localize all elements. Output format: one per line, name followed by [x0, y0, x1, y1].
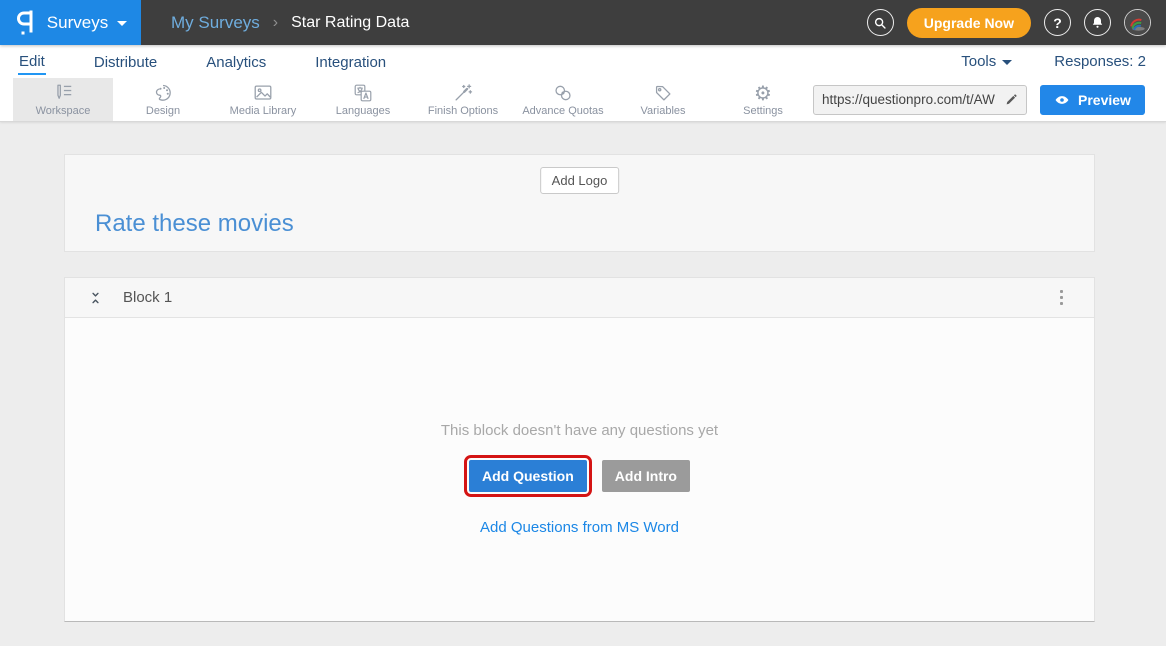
edit-url-pencil-icon[interactable]: [1004, 93, 1018, 107]
editor-toolbar: Workspace Design: [0, 78, 1166, 122]
breadcrumb-current-survey: Star Rating Data: [291, 14, 409, 32]
survey-subnav: Edit Distribute Analytics Integration To…: [0, 45, 1166, 78]
advance-quotas-icon: [552, 82, 574, 104]
tools-label: Tools: [961, 53, 996, 70]
toolbar-item-workspace[interactable]: Workspace: [13, 78, 113, 121]
toolbar-item-label: Design: [146, 105, 180, 117]
notifications-button[interactable]: [1084, 9, 1111, 36]
toolbar-item-label: Media Library: [230, 105, 297, 117]
survey-header-card: Add Logo Rate these movies: [64, 154, 1095, 252]
tab-analytics[interactable]: Analytics: [205, 49, 267, 74]
toolbar-item-media-library[interactable]: Media Library: [213, 78, 313, 121]
question-mark-icon: ?: [1053, 15, 1062, 31]
help-button[interactable]: ?: [1044, 9, 1071, 36]
search-button[interactable]: [867, 9, 894, 36]
add-intro-button[interactable]: Add Intro: [602, 460, 690, 492]
toolbar-item-settings[interactable]: ⚙ Settings: [713, 78, 813, 121]
collapse-block-button[interactable]: [89, 290, 102, 306]
chevron-down-icon: [1002, 60, 1012, 65]
survey-url-input[interactable]: [822, 92, 1004, 107]
toolbar-item-label: Workspace: [36, 105, 91, 117]
preview-button[interactable]: Preview: [1040, 85, 1145, 115]
block-body: This block doesn't have any questions ye…: [65, 318, 1094, 621]
questionpro-app: Surveys My Surveys › Star Rating Data Up…: [0, 0, 1166, 622]
settings-icon: ⚙: [754, 82, 772, 104]
add-logo-button[interactable]: Add Logo: [540, 167, 620, 194]
collapse-icon: [89, 290, 102, 306]
toolbar-item-label: Advance Quotas: [522, 105, 603, 117]
toolbar-item-design[interactable]: Design: [113, 78, 213, 121]
responses-count-link[interactable]: Responses: 2: [1054, 53, 1146, 70]
toolbar-item-label: Variables: [640, 105, 685, 117]
avatar-logo-icon: [1124, 9, 1151, 36]
toolbar-item-variables[interactable]: Variables: [613, 78, 713, 121]
design-icon: [152, 82, 174, 104]
bell-icon: [1090, 15, 1105, 30]
empty-block-message: This block doesn't have any questions ye…: [441, 422, 718, 439]
languages-icon: [352, 82, 374, 104]
upgrade-now-button[interactable]: Upgrade Now: [907, 8, 1031, 38]
survey-editor-canvas: Add Logo Rate these movies Block 1: [0, 122, 1166, 622]
breadcrumb-my-surveys[interactable]: My Surveys: [171, 13, 260, 33]
block-card: Block 1 This block doesn't have any ques…: [64, 277, 1095, 622]
tab-edit[interactable]: Edit: [18, 48, 46, 75]
workspace-icon: [52, 82, 74, 104]
block-action-buttons: Add Question Add Intro: [469, 460, 690, 492]
add-question-button[interactable]: Add Question: [469, 460, 587, 492]
product-name: Surveys: [47, 13, 108, 33]
survey-title[interactable]: Rate these movies: [95, 210, 294, 238]
eye-icon: [1054, 92, 1070, 108]
user-avatar[interactable]: [1124, 9, 1151, 36]
tab-integration[interactable]: Integration: [314, 49, 387, 74]
toolbar-item-languages[interactable]: Languages: [313, 78, 413, 121]
block-name[interactable]: Block 1: [123, 289, 172, 306]
chevron-down-icon: [117, 21, 127, 26]
toolbar-item-label: Settings: [743, 105, 783, 117]
header-actions: Upgrade Now ?: [867, 8, 1166, 38]
finish-options-icon: [452, 82, 474, 104]
block-options-kebab-button[interactable]: [1056, 286, 1067, 309]
top-header: Surveys My Surveys › Star Rating Data Up…: [0, 0, 1166, 45]
breadcrumb: My Surveys › Star Rating Data: [171, 13, 409, 33]
toolbar-right: Preview: [813, 78, 1166, 121]
toolbar-item-label: Finish Options: [428, 105, 498, 117]
preview-label: Preview: [1078, 92, 1131, 108]
breadcrumb-separator: ›: [273, 14, 278, 32]
surveys-product-menu[interactable]: Surveys: [0, 0, 141, 45]
search-icon: [873, 16, 887, 30]
toolbar-item-finish-options[interactable]: Finish Options: [413, 78, 513, 121]
toolbar-item-label: Languages: [336, 105, 390, 117]
media-library-icon: [252, 82, 274, 104]
questionpro-logo-icon: [14, 9, 38, 37]
variables-icon: [652, 82, 674, 104]
toolbar-item-advance-quotas[interactable]: Advance Quotas: [513, 78, 613, 121]
subnav-right: Tools Responses: 2: [961, 53, 1148, 70]
survey-url-box: [813, 85, 1027, 115]
block-header: Block 1: [65, 278, 1094, 318]
tools-dropdown[interactable]: Tools: [961, 53, 1012, 70]
tab-distribute[interactable]: Distribute: [93, 49, 158, 74]
add-questions-from-ms-word-link[interactable]: Add Questions from MS Word: [480, 519, 679, 536]
